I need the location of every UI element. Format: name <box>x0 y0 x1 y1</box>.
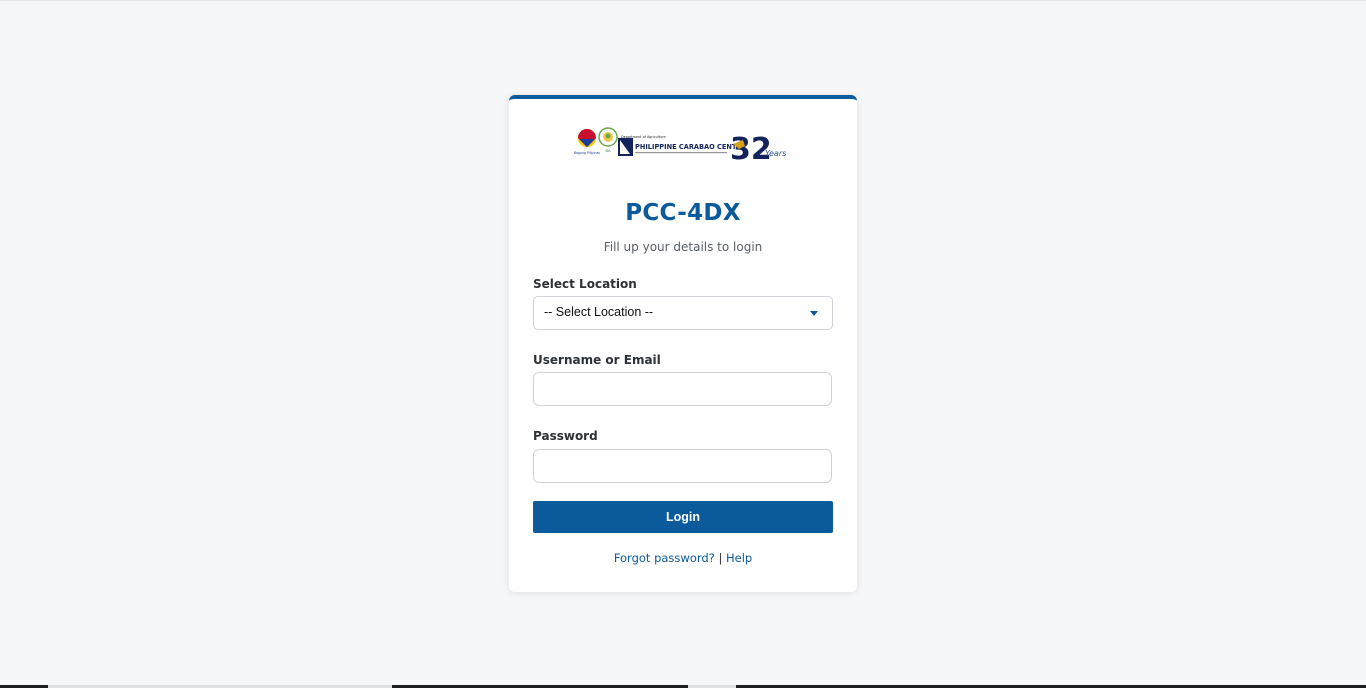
pcc-small-text: Department of Agriculture <box>621 135 666 139</box>
bagong-pilipinas-logo: Bagong Pilipinas <box>574 129 601 155</box>
password-input[interactable] <box>533 449 832 483</box>
footer-links: Forgot password? | Help <box>509 551 857 565</box>
pcc-logo: Department of Agriculture PHILIPPINE CAR… <box>618 135 746 156</box>
top-border-line <box>0 0 1366 1</box>
username-label: Username or Email <box>533 353 661 367</box>
seal2-caption: DA <box>605 149 611 153</box>
logo-banner: Bagong Pilipinas DA Department of Agricu… <box>574 127 786 165</box>
login-button[interactable]: Login <box>533 501 833 533</box>
link-separator: | <box>718 551 723 565</box>
app-title: PCC-4DX <box>625 200 741 226</box>
login-subtitle: Fill up your details to login <box>603 240 763 254</box>
forgot-password-link[interactable]: Forgot password? <box>614 551 715 565</box>
anniversary-word: Years <box>765 149 786 158</box>
login-card: Bagong Pilipinas DA Department of Agricu… <box>509 95 857 592</box>
password-label: Password <box>533 429 598 443</box>
chevron-down-icon <box>810 311 818 316</box>
anniversary-logo: 32 Years <box>730 132 786 165</box>
location-select-value: -- Select Location -- <box>544 305 654 319</box>
help-link[interactable]: Help <box>726 551 752 565</box>
seal1-caption: Bagong Pilipinas <box>574 151 601 155</box>
username-input[interactable] <box>533 372 832 406</box>
location-select[interactable]: -- Select Location -- <box>533 296 833 330</box>
da-seal-logo: DA <box>598 127 618 153</box>
location-label: Select Location <box>533 277 637 291</box>
